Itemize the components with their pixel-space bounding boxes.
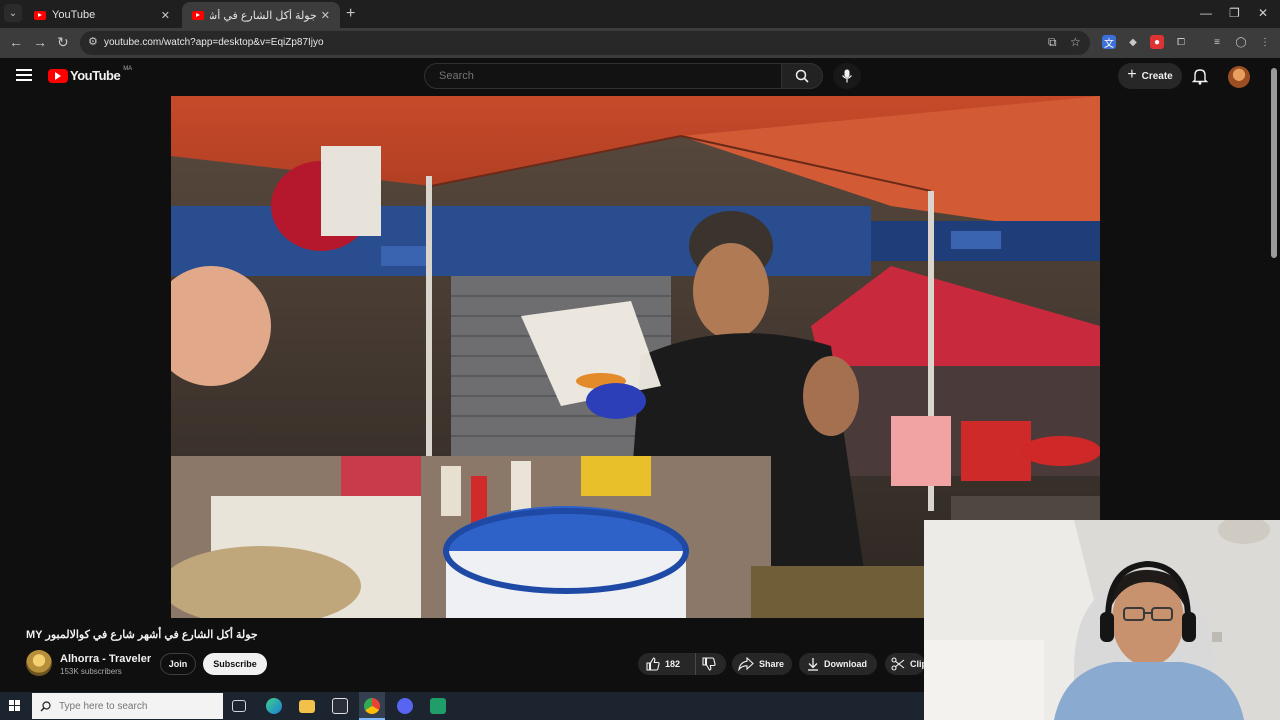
extensions-puzzle-icon[interactable]: ⧠ <box>1174 35 1188 49</box>
taskbar-search-box[interactable] <box>32 693 223 719</box>
create-label: Create <box>1141 70 1173 82</box>
tab-video[interactable]: جولة أكل الشارع في أشهر شا ✕ <box>182 2 340 28</box>
youtube-play-icon <box>48 68 68 83</box>
search-input[interactable] <box>425 64 755 88</box>
download-button[interactable]: Download <box>799 653 877 675</box>
microphone-icon <box>842 69 852 83</box>
voice-search-button[interactable] <box>833 63 861 89</box>
share-button[interactable]: Share <box>732 653 792 675</box>
hamburger-menu-icon[interactable] <box>16 69 32 81</box>
site-info-icon[interactable]: ⚙ <box>88 35 98 48</box>
search-icon <box>795 69 809 83</box>
search-button[interactable] <box>781 63 823 89</box>
clip-button[interactable]: Clip <box>885 653 925 675</box>
logo-text: YouTube <box>70 68 121 83</box>
like-button[interactable]: 182 <box>638 653 696 675</box>
clip-label: Clip <box>910 659 925 669</box>
search-icon <box>40 700 51 711</box>
tab-search-icon[interactable]: ⌄ <box>4 4 22 22</box>
dislike-button[interactable] <box>696 653 726 675</box>
reload-icon[interactable]: ↻ <box>57 34 69 51</box>
subscribe-button[interactable]: Subscribe <box>203 653 267 675</box>
tab-youtube-home[interactable]: YouTube ✕ <box>24 2 180 28</box>
youtube-favicon-icon <box>34 10 46 20</box>
media-queue-icon[interactable]: ≡ <box>1210 35 1224 49</box>
subscriber-count: 153K subscribers <box>60 667 122 676</box>
bookmark-star-icon[interactable]: ☆ <box>1070 35 1081 49</box>
webcam-feed-image <box>924 520 1280 720</box>
windows-taskbar <box>0 692 924 720</box>
like-count: 182 <box>665 659 681 669</box>
tab-title: جولة أكل الشارع في أشهر شا <box>210 9 317 22</box>
like-dislike-group: 182 <box>638 653 726 675</box>
scissors-icon <box>891 657 905 671</box>
task-view-icon[interactable] <box>232 700 246 712</box>
windows-start-icon[interactable] <box>9 700 21 712</box>
chrome-icon[interactable] <box>364 698 380 714</box>
account-avatar[interactable] <box>1228 66 1250 88</box>
tab-close-icon[interactable]: ✕ <box>321 9 330 22</box>
country-code: MA <box>123 65 133 72</box>
back-icon[interactable]: ← <box>9 34 23 50</box>
minimize-icon[interactable]: — <box>1200 6 1212 20</box>
diamond-extension-icon[interactable]: ◆ <box>1126 35 1140 49</box>
url-text[interactable]: youtube.com/watch?app=desktop&v=EqiZp87I… <box>104 37 324 48</box>
notifications-bell-icon[interactable] <box>1191 67 1209 90</box>
restore-icon[interactable]: ❐ <box>1229 6 1240 20</box>
red-extension-icon[interactable]: ● <box>1150 35 1164 49</box>
browser-toolbar: ← → ↻ ⚙ youtube.com/watch?app=desktop&v=… <box>0 28 1280 58</box>
install-icon[interactable]: ⧉ <box>1048 35 1057 50</box>
join-button[interactable]: Join <box>160 653 196 675</box>
page-scrollbar[interactable] <box>1271 68 1277 258</box>
forward-icon[interactable]: → <box>33 34 47 50</box>
download-label: Download <box>824 659 867 669</box>
thumbs-down-icon <box>701 657 716 671</box>
youtube-logo[interactable]: YouTube MA <box>48 65 133 83</box>
download-icon <box>808 658 818 671</box>
address-bar[interactable]: ⚙ youtube.com/watch?app=desktop&v=EqiZp8… <box>80 31 1090 55</box>
tab-close-icon[interactable]: ✕ <box>161 9 170 22</box>
video-title: جولة أكل الشارع في أشهر شارع في كوالالمب… <box>26 629 258 641</box>
profile-icon[interactable]: ◯ <box>1234 35 1248 49</box>
taskbar-search-input[interactable] <box>57 699 217 713</box>
create-button[interactable]: + Create <box>1118 63 1182 89</box>
plus-icon: + <box>1127 66 1137 83</box>
green-app-icon[interactable] <box>430 698 446 714</box>
translate-extension-icon[interactable]: 文 <box>1102 35 1116 50</box>
channel-avatar[interactable] <box>26 650 52 676</box>
channel-name[interactable]: Alhorra - Traveler <box>60 653 151 665</box>
youtube-favicon-icon <box>192 10 204 20</box>
tab-title: YouTube <box>52 9 96 21</box>
browser-menu-icon[interactable]: ⋮ <box>1258 35 1272 49</box>
search-box <box>424 63 782 89</box>
thumbs-up-icon <box>646 657 660 671</box>
browser-tab-strip: ⌄ YouTube ✕ جولة أكل الشارع في أشهر شا ✕… <box>0 0 1280 28</box>
edge-browser-icon[interactable] <box>266 698 282 714</box>
microsoft-store-icon[interactable] <box>332 698 348 714</box>
youtube-header: YouTube MA + Create <box>0 58 1280 96</box>
window-close-icon[interactable]: ✕ <box>1258 6 1268 20</box>
webcam-overlay <box>924 520 1280 720</box>
discord-icon[interactable] <box>397 698 413 714</box>
share-label: Share <box>759 659 785 669</box>
new-tab-icon[interactable]: + <box>346 5 355 23</box>
share-arrow-icon <box>738 657 754 671</box>
file-explorer-icon[interactable] <box>299 700 315 713</box>
